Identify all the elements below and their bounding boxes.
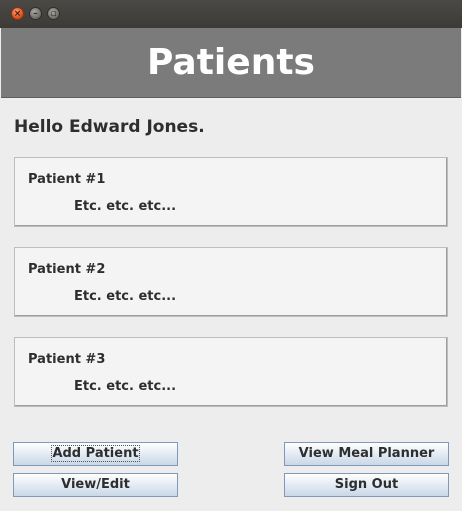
- page-header: Patients: [1, 28, 461, 98]
- add-patient-button[interactable]: Add Patient: [13, 442, 178, 466]
- patient-details: Etc. etc. etc...: [74, 289, 177, 304]
- greeting-text: Hello Edward Jones.: [14, 117, 205, 137]
- maximize-icon[interactable]: ▫: [47, 7, 60, 20]
- minimize-icon[interactable]: –: [29, 7, 42, 20]
- app-window: × – ▫ Patients Hello Edward Jones. Patie…: [0, 0, 462, 511]
- patient-details: Etc. etc. etc...: [74, 379, 177, 394]
- sign-out-button[interactable]: Sign Out: [284, 473, 449, 497]
- page-title: Patients: [147, 42, 315, 83]
- patient-title: Patient #2: [28, 262, 106, 277]
- patient-card-2[interactable]: Patient #2 Etc. etc. etc...: [14, 247, 448, 317]
- view-meal-planner-button[interactable]: View Meal Planner: [284, 442, 449, 466]
- sign-out-label: Sign Out: [334, 477, 399, 492]
- patient-card-3[interactable]: Patient #3 Etc. etc. etc...: [14, 337, 448, 407]
- add-patient-label: Add Patient: [51, 445, 140, 462]
- patient-card-1[interactable]: Patient #1 Etc. etc. etc...: [14, 157, 448, 227]
- patient-title: Patient #3: [28, 352, 106, 367]
- view-edit-label: View/Edit: [61, 477, 130, 492]
- close-icon[interactable]: ×: [11, 7, 24, 20]
- patient-details: Etc. etc. etc...: [74, 199, 177, 214]
- title-bar: × – ▫: [0, 0, 462, 28]
- view-edit-button[interactable]: View/Edit: [13, 473, 178, 497]
- view-meal-planner-label: View Meal Planner: [298, 446, 435, 461]
- patient-title: Patient #1: [28, 172, 106, 187]
